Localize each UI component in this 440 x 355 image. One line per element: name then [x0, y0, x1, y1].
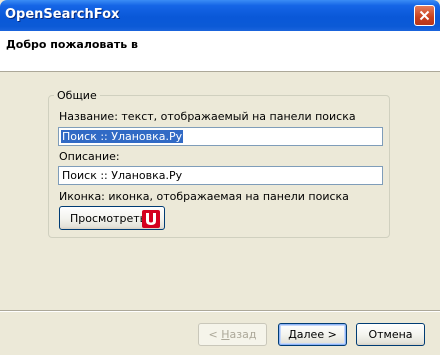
description-input[interactable]: Поиск :: Улановка.Ру — [58, 166, 383, 185]
description-input-value: Поиск :: Улановка.Ру — [62, 169, 183, 182]
next-accelerator: Д — [288, 328, 297, 341]
ulanovka-logo-icon — [142, 210, 160, 228]
name-input-value: Поиск :: Улановка.Ру — [61, 130, 184, 143]
footer-separator — [0, 310, 440, 312]
next-label-rest: алее — [296, 328, 325, 341]
cancel-button[interactable]: Отмена — [356, 323, 425, 346]
name-label: Название: текст, отображаемый на панели … — [59, 110, 356, 123]
close-button[interactable] — [414, 5, 435, 26]
close-icon — [419, 10, 430, 21]
groupbox-legend: Общие — [54, 89, 100, 102]
back-button[interactable]: < Назад — [198, 323, 267, 346]
back-prefix: < — [208, 328, 222, 341]
wizard-header: Добро пожаловать в — [0, 31, 440, 72]
name-input[interactable]: Поиск :: Улановка.Ру — [58, 127, 383, 146]
description-label: Описание: — [59, 150, 120, 163]
preview-button-label: Просмотреть — [70, 212, 147, 225]
back-accelerator: Н — [221, 328, 230, 341]
window-title: OpenSearchFox — [5, 7, 120, 22]
wizard-header-title: Добро пожаловать в — [6, 38, 138, 51]
cancel-label: Отмена — [368, 328, 413, 341]
next-suffix: > — [324, 328, 337, 341]
next-button[interactable]: Далее > — [278, 323, 347, 346]
back-label-rest: азад — [229, 328, 257, 341]
icon-label: Иконка: иконка, отображаемая на панели п… — [59, 190, 349, 203]
title-bar[interactable]: OpenSearchFox — [0, 0, 440, 31]
preview-button[interactable]: Просмотреть — [59, 206, 165, 230]
